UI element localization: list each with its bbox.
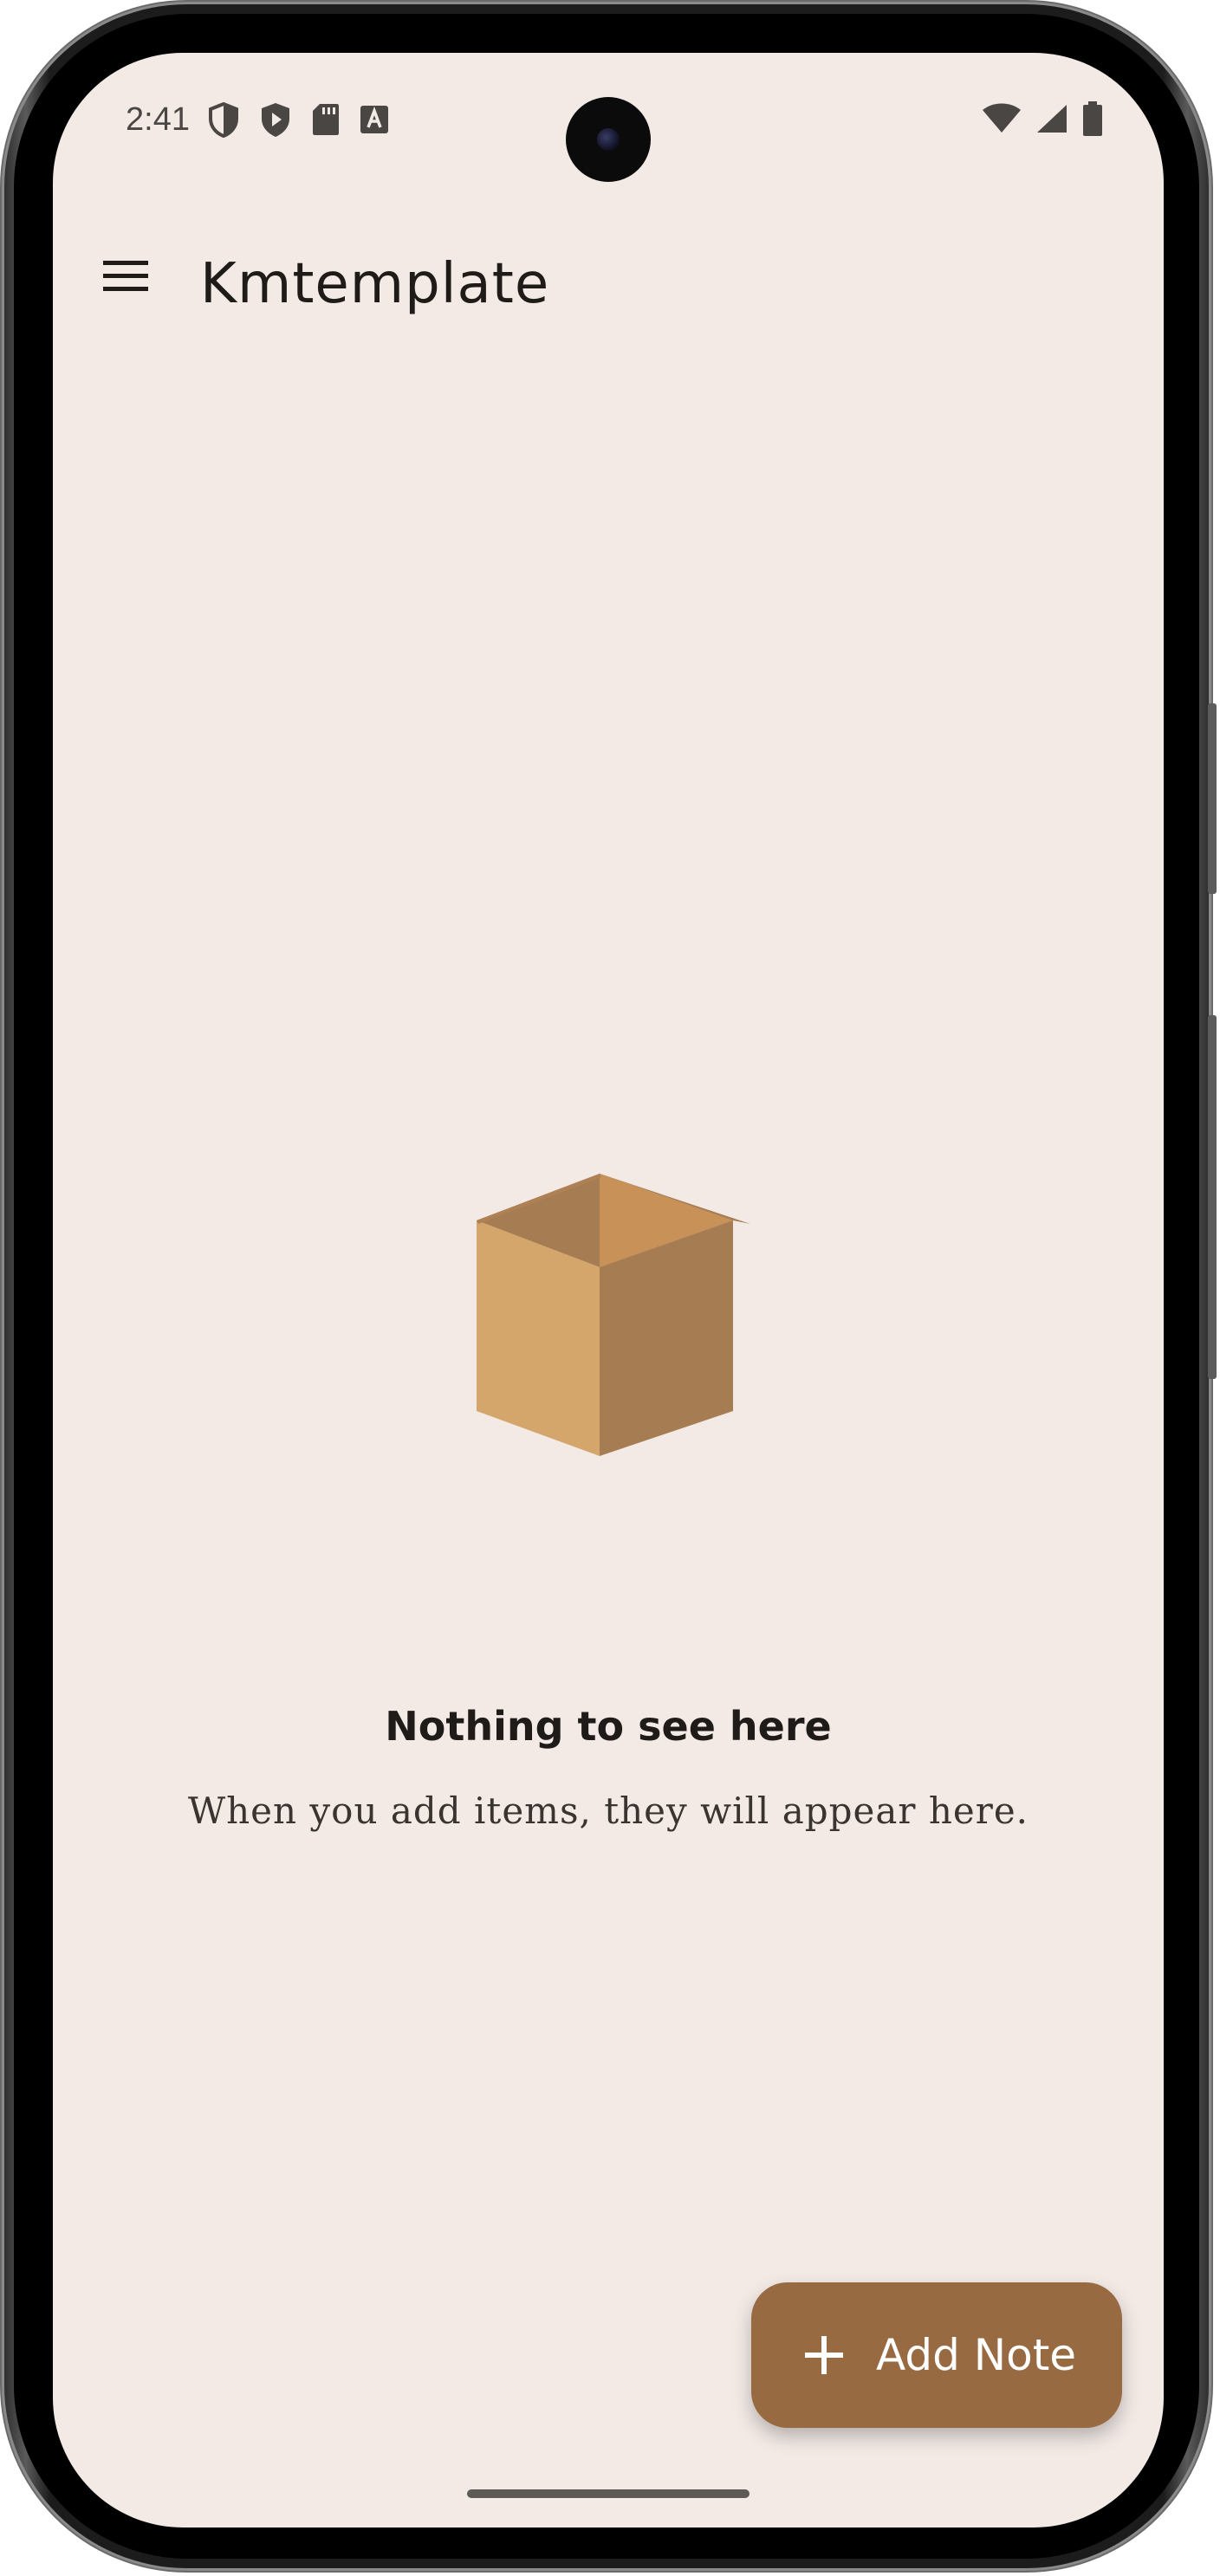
- front-camera: [566, 97, 651, 182]
- play-protect-icon: [259, 101, 292, 142]
- menu-icon: [101, 257, 150, 300]
- add-note-label: Add Note: [876, 2330, 1077, 2380]
- home-indicator[interactable]: [467, 2489, 750, 2498]
- status-time: 2:41: [126, 101, 190, 138]
- add-note-button[interactable]: Add Note: [751, 2282, 1122, 2428]
- power-button: [1208, 1015, 1217, 1379]
- status-icons-left: [207, 101, 389, 142]
- keyboard-a-icon: [360, 105, 389, 139]
- app-screen: 2:41 Kmtemplate Nothing to see here When…: [53, 53, 1164, 2527]
- battery-icon: [1082, 101, 1103, 140]
- sd-card-icon: [311, 102, 341, 141]
- menu-button[interactable]: [91, 243, 160, 313]
- volume-button: [1208, 703, 1217, 894]
- top-app-bar: Kmtemplate: [53, 226, 1164, 330]
- empty-state-title: Nothing to see here: [385, 1703, 832, 1750]
- phone-frame: 2:41 Kmtemplate Nothing to see here When…: [2, 2, 1217, 2571]
- cellular-signal-icon: [1035, 103, 1068, 139]
- status-icons-right: [982, 101, 1103, 140]
- empty-state-subtitle: When you add items, they will appear her…: [187, 1790, 1029, 1832]
- app-title: Kmtemplate: [200, 252, 550, 316]
- vpn-shield-icon: [207, 101, 240, 142]
- wifi-icon: [982, 103, 1022, 139]
- open-box-icon: [464, 1162, 756, 1465]
- status-bar: 2:41: [53, 53, 1164, 183]
- plus-icon: [803, 2334, 845, 2376]
